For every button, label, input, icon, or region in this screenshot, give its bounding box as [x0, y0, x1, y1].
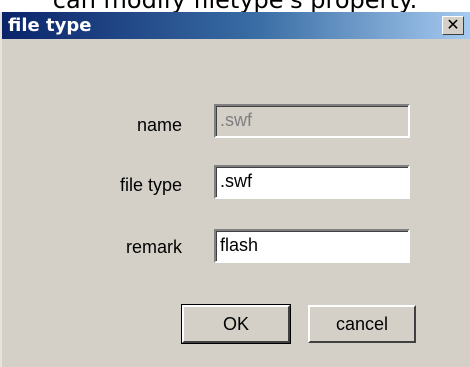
file-type-field[interactable]: .swf: [214, 165, 410, 199]
top-caption: can modify filetype's property.: [0, 0, 470, 12]
title-bar[interactable]: file type ✕: [2, 12, 470, 39]
remark-field[interactable]: flash: [214, 229, 410, 263]
name-field[interactable]: .swf: [214, 104, 410, 138]
ok-button[interactable]: OK: [181, 304, 291, 344]
close-button[interactable]: ✕: [442, 16, 464, 35]
cancel-button[interactable]: cancel: [308, 305, 416, 343]
name-label: name: [136, 115, 182, 135]
file-type-label: file type: [119, 175, 182, 195]
remark-label: remark: [125, 237, 182, 257]
close-icon: ✕: [446, 15, 460, 34]
file-type-dialog: file type ✕ name .swf file type .swf rem…: [0, 12, 470, 367]
window-title: file type: [8, 15, 92, 36]
